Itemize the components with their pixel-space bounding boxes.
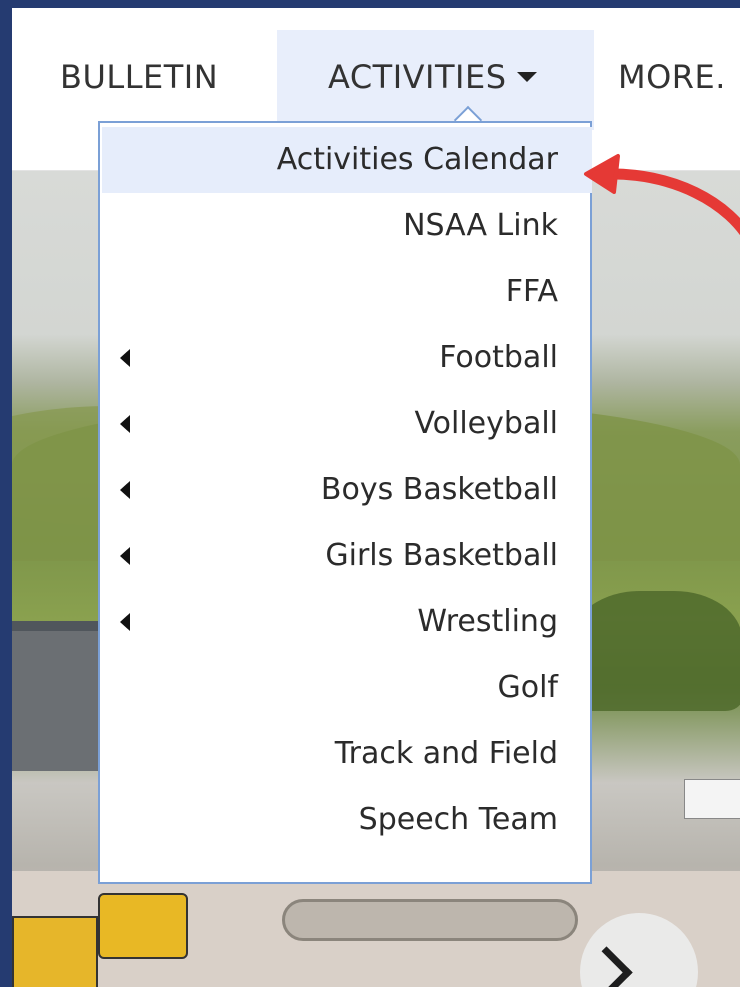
caret-left-icon bbox=[120, 349, 130, 367]
nav-activities[interactable]: ACTIVITIES bbox=[328, 58, 537, 96]
menu-item-label: NSAA Link bbox=[403, 208, 558, 243]
trees-shape bbox=[572, 591, 740, 711]
red-arrow-annotation bbox=[584, 154, 740, 236]
caret-left-icon bbox=[120, 547, 130, 565]
menu-item-label: FFA bbox=[505, 274, 558, 309]
caret-left-icon bbox=[120, 613, 130, 631]
menu-item-label: Speech Team bbox=[358, 802, 558, 837]
nav-more[interactable]: MORE. bbox=[618, 58, 726, 96]
building bbox=[12, 631, 112, 771]
nav-bulletin[interactable]: BULLETIN bbox=[60, 58, 218, 96]
school-bus bbox=[12, 916, 98, 987]
nav-activities-label: ACTIVITIES bbox=[328, 58, 507, 96]
caret-left-icon bbox=[120, 415, 130, 433]
menu-item-football[interactable]: Football bbox=[102, 325, 592, 391]
menu-item-label: Girls Basketball bbox=[325, 538, 558, 573]
school-bus bbox=[98, 893, 188, 959]
menu-item-label: Boys Basketball bbox=[320, 472, 558, 507]
menu-item-golf[interactable]: Golf bbox=[102, 655, 592, 721]
menu-item-boys-basketball[interactable]: Boys Basketball bbox=[102, 457, 592, 523]
menu-item-label: Volleyball bbox=[414, 406, 558, 441]
menu-item-girls-basketball[interactable]: Girls Basketball bbox=[102, 523, 592, 589]
menu-item-label: Football bbox=[439, 340, 558, 375]
menu-item-nsaa-link[interactable]: NSAA Link bbox=[102, 193, 592, 259]
caret-down-icon bbox=[516, 72, 537, 82]
menu-item-label: Track and Field bbox=[334, 736, 558, 771]
caret-left-icon bbox=[120, 481, 130, 499]
menu-item-activities-calendar[interactable]: Activities Calendar bbox=[102, 127, 592, 193]
menu-item-speech-team[interactable]: Speech Team bbox=[102, 787, 592, 853]
menu-item-label: Activities Calendar bbox=[276, 142, 558, 177]
menu-item-label: Wrestling bbox=[417, 604, 558, 639]
page-frame: BULLETIN ACTIVITIES MORE. Activities Cal… bbox=[12, 8, 740, 987]
activities-dropdown: Activities Calendar NSAA Link FFA Footba… bbox=[98, 121, 592, 884]
menu-item-label: Golf bbox=[497, 670, 559, 705]
menu-item-wrestling[interactable]: Wrestling bbox=[102, 589, 592, 655]
pickup-truck bbox=[684, 779, 740, 819]
menu-item-track-and-field[interactable]: Track and Field bbox=[102, 721, 592, 787]
menu-item-ffa[interactable]: FFA bbox=[102, 259, 592, 325]
menu-item-volleyball[interactable]: Volleyball bbox=[102, 391, 592, 457]
curb bbox=[282, 899, 578, 941]
chevron-right-icon bbox=[580, 945, 633, 987]
